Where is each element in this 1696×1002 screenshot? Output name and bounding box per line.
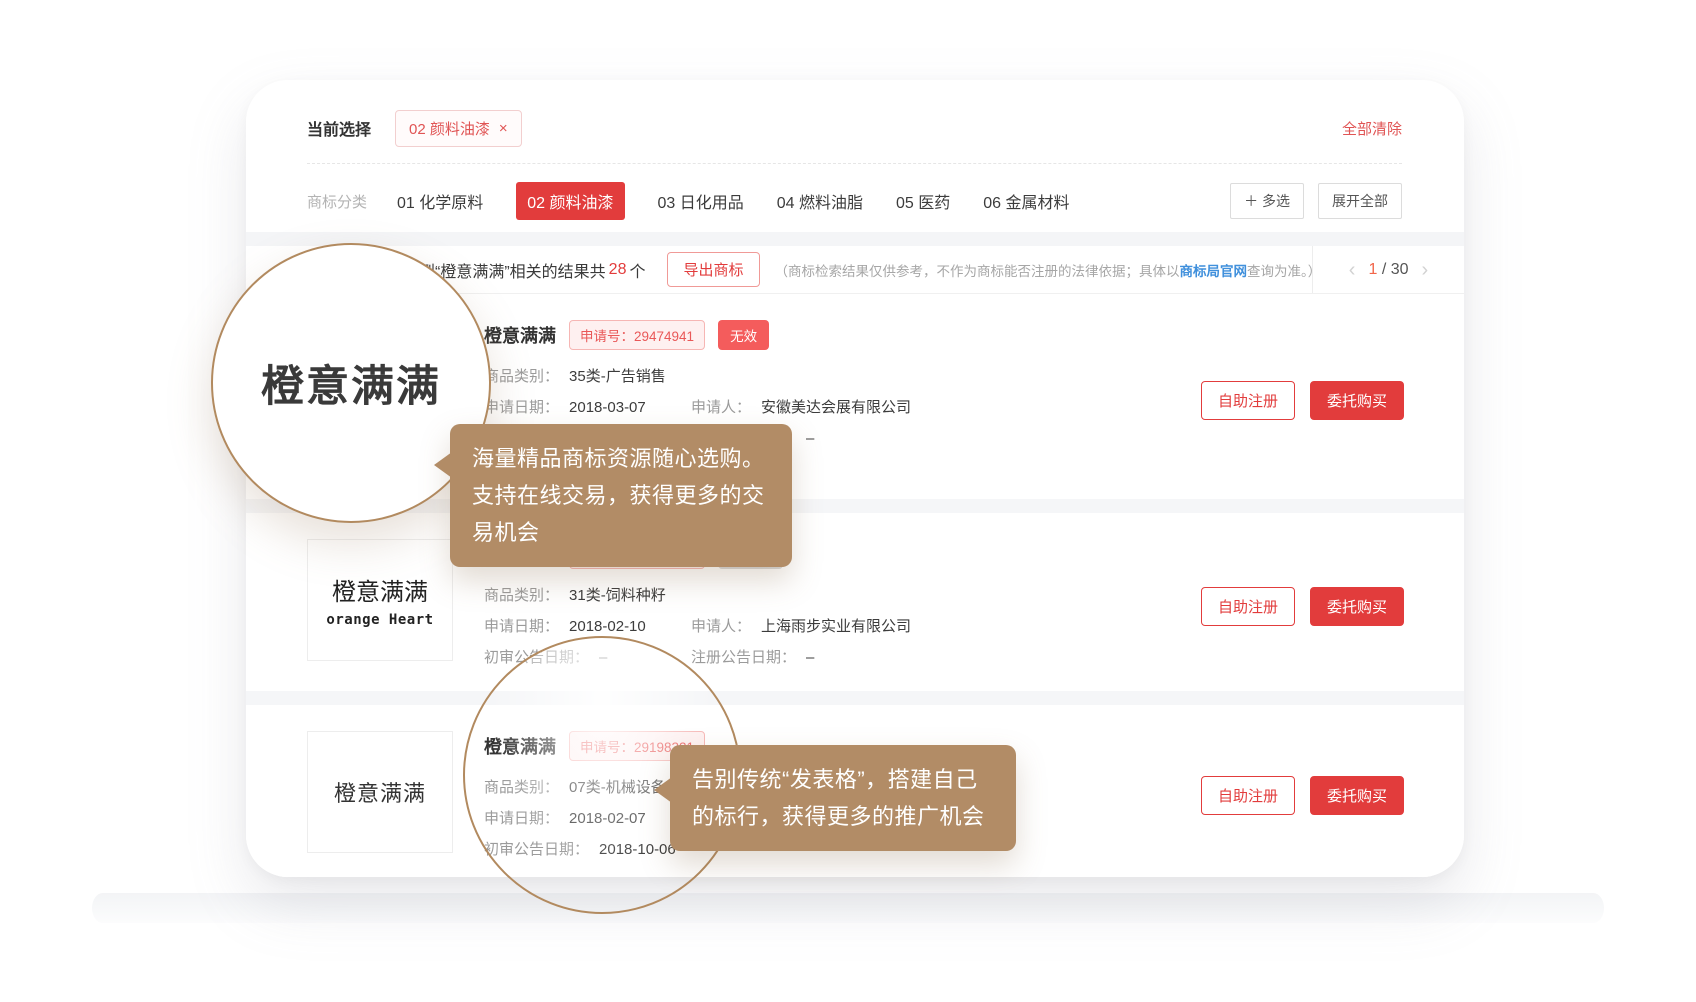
trademark-image[interactable]: 橙意满满 orange Heart xyxy=(307,539,453,661)
field-label: 申请人： xyxy=(691,618,751,635)
field-value: 35类-广告销售 xyxy=(569,368,666,385)
total-pages: 30 xyxy=(1391,261,1409,278)
trademark-image-subtext: orange Heart xyxy=(326,612,433,628)
field-value: 31类-饲料种籽 xyxy=(569,587,666,604)
current-page: 1 xyxy=(1368,261,1377,278)
results-summary-suffix: 个 xyxy=(629,258,645,282)
trademark-image[interactable]: 橙意满满 xyxy=(307,731,453,853)
entrust-purchase-button[interactable]: 委托购买 xyxy=(1310,587,1404,626)
export-trademarks-button[interactable]: 导出商标 xyxy=(667,252,759,287)
table-row: 橙意满满 orange Heart 橙意满满 申请号：29482153 已注册 … xyxy=(246,513,1464,691)
field-value: – xyxy=(806,649,814,666)
category-tab-01[interactable]: 01 化学原料 xyxy=(397,189,483,213)
expand-all-button[interactable]: 展开全部 xyxy=(1318,183,1402,219)
page: 当前选择 02 颜料油漆 × 全部清除 商标分类 01 化学原料 02 颜料油漆… xyxy=(0,0,1696,1002)
self-register-button[interactable]: 自助注册 xyxy=(1201,587,1295,626)
field-label: 申请日期： xyxy=(484,618,559,635)
field-label: 申请日期： xyxy=(484,399,559,416)
panel-gap xyxy=(246,232,1464,246)
row-divider xyxy=(246,691,1464,705)
field-value: 上海雨步实业有限公司 xyxy=(761,618,911,635)
selected-filter-chip-label: 02 颜料油漆 xyxy=(409,118,490,139)
multi-select-button[interactable]: ＋ 多选 xyxy=(1230,183,1304,219)
trademark-name: 橙意满满 xyxy=(484,322,556,348)
current-selection-label: 当前选择 xyxy=(307,116,371,140)
field-label: 注册公告日期： xyxy=(691,649,796,666)
field-label: 商品类别： xyxy=(484,587,559,604)
filter-panel: 当前选择 02 颜料油漆 × 全部清除 商标分类 01 化学原料 02 颜料油漆… xyxy=(246,80,1464,232)
disclaimer-suffix: 查询为准。） xyxy=(1247,264,1321,279)
magnifier-circle: 橙意满满 xyxy=(211,243,491,523)
category-tab-05[interactable]: 05 医药 xyxy=(896,189,950,213)
trademark-image-text: 橙意满满 xyxy=(332,572,428,607)
field-value: 2018-02-10 xyxy=(569,618,646,635)
results-count: 28 xyxy=(609,261,627,279)
field-value: 安徽美达会展有限公司 xyxy=(761,399,911,416)
page-separator: / xyxy=(1382,261,1386,278)
tooltip-promotion: 告别传统“发表格”，搭建自己的标行，获得更多的推广机会 xyxy=(670,745,1016,851)
category-tab-04[interactable]: 04 燃料油脂 xyxy=(777,189,863,213)
divider xyxy=(307,163,1402,164)
self-register-button[interactable]: 自助注册 xyxy=(1201,776,1295,815)
entrust-purchase-button[interactable]: 委托购买 xyxy=(1310,776,1404,815)
field-label: 商品类别： xyxy=(484,368,559,385)
current-selection-row: 当前选择 02 颜料油漆 × 全部清除 xyxy=(307,110,1402,146)
category-tab-06[interactable]: 06 金属材料 xyxy=(983,189,1069,213)
category-actions: ＋ 多选 展开全部 xyxy=(1230,183,1402,219)
category-label: 商标分类 xyxy=(307,191,367,212)
pagination: ‹ 1 / 30 › xyxy=(1312,246,1464,293)
remove-filter-icon[interactable]: × xyxy=(499,121,508,136)
tooltip-marketplace: 海量精品商标资源随心选购。支持在线交易，获得更多的交易机会 xyxy=(450,424,792,567)
category-tab-02-selected[interactable]: 02 颜料油漆 xyxy=(516,182,624,220)
application-number-badge: 申请号：29474941 xyxy=(569,320,705,350)
category-tabs: 01 化学原料 02 颜料油漆 03 日化用品 04 燃料油脂 05 医药 06… xyxy=(397,189,1070,213)
next-page-icon[interactable]: › xyxy=(1422,260,1429,280)
disclaimer: （商标检索结果仅供参考，不作为商标能否注册的法律依据；具体以商标局官网查询为准。… xyxy=(775,260,1322,280)
row-divider xyxy=(246,499,1464,513)
trademark-office-link[interactable]: 商标局官网 xyxy=(1180,264,1248,279)
self-register-button[interactable]: 自助注册 xyxy=(1201,381,1295,420)
clear-all-link[interactable]: 全部清除 xyxy=(1342,118,1402,139)
field-value: 2018-03-07 xyxy=(569,399,646,416)
entrust-purchase-button[interactable]: 委托购买 xyxy=(1310,381,1404,420)
field-label: 申请人： xyxy=(691,399,751,416)
status-badge: 无效 xyxy=(718,320,769,350)
prev-page-icon[interactable]: ‹ xyxy=(1349,260,1356,280)
field-value: – xyxy=(806,430,814,447)
category-tab-03[interactable]: 03 日化用品 xyxy=(658,189,744,213)
selected-filter-chip[interactable]: 02 颜料油漆 × xyxy=(395,110,522,147)
trademark-image-text: 橙意满满 xyxy=(334,776,426,808)
laptop-base xyxy=(92,893,1604,923)
magnified-trademark-text: 橙意满满 xyxy=(261,352,441,414)
disclaimer-prefix: （商标检索结果仅供参考，不作为商标能否注册的法律依据；具体以 xyxy=(775,264,1180,279)
category-row: 商标分类 01 化学原料 02 颜料油漆 03 日化用品 04 燃料油脂 05 … xyxy=(307,183,1402,219)
